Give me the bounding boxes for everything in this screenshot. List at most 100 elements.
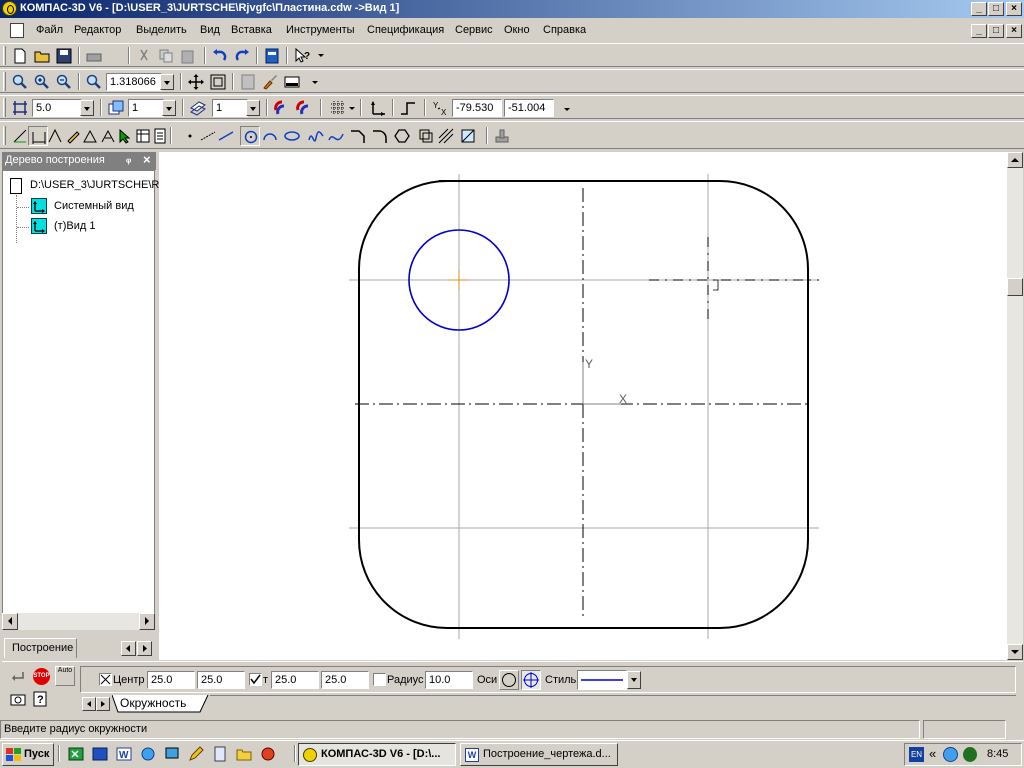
scroll-thumb[interactable] bbox=[1007, 278, 1023, 296]
menu-specification[interactable]: Спецификация bbox=[367, 24, 444, 36]
local-cs-icon[interactable] bbox=[368, 98, 388, 118]
zoom-out-icon[interactable] bbox=[54, 72, 74, 92]
menu-view[interactable]: Вид bbox=[200, 24, 220, 36]
tab-next-icon[interactable] bbox=[137, 641, 152, 656]
network-icon[interactable] bbox=[943, 747, 958, 762]
outlook-icon[interactable] bbox=[90, 744, 110, 764]
step-dropdown-icon[interactable] bbox=[80, 100, 94, 116]
tray-expand-icon[interactable]: « bbox=[929, 746, 936, 761]
menu-tools[interactable]: Инструменты bbox=[286, 24, 355, 36]
stamp-icon[interactable] bbox=[492, 126, 512, 146]
menu-file[interactable]: Файл bbox=[36, 24, 63, 36]
document-icon[interactable] bbox=[10, 23, 24, 38]
chamfer-icon[interactable] bbox=[348, 126, 368, 146]
antivirus-icon[interactable] bbox=[963, 747, 977, 762]
layer-field[interactable]: 1 bbox=[128, 99, 164, 117]
circle-icon[interactable] bbox=[240, 126, 260, 146]
canvas-vscrollbar[interactable] bbox=[1007, 152, 1023, 660]
menu-insert[interactable]: Вставка bbox=[231, 24, 272, 36]
point-x-field[interactable]: 25.0 bbox=[271, 671, 319, 689]
with-axes-button[interactable] bbox=[521, 670, 541, 690]
arc-icon[interactable] bbox=[260, 126, 280, 146]
grid-icon[interactable] bbox=[328, 98, 348, 118]
hatch-icon[interactable] bbox=[436, 126, 456, 146]
local-snap-icon[interactable] bbox=[294, 98, 314, 118]
style-field[interactable]: 1 bbox=[212, 99, 248, 117]
segment-icon[interactable] bbox=[216, 126, 236, 146]
snap-magnet-icon[interactable] bbox=[272, 98, 292, 118]
tree-item-view-1[interactable]: (т)Вид 1 bbox=[54, 220, 95, 232]
copy-icon[interactable] bbox=[156, 46, 176, 66]
pan-icon[interactable] bbox=[186, 72, 206, 92]
zoom-field[interactable]: 1.318066 bbox=[106, 73, 162, 91]
zoom-in-icon[interactable] bbox=[32, 72, 52, 92]
print-icon[interactable] bbox=[84, 46, 104, 66]
point-icon[interactable] bbox=[180, 126, 200, 146]
task-word[interactable]: W Построение_чертежа.d... bbox=[460, 743, 618, 766]
scroll-left-icon[interactable] bbox=[2, 613, 18, 630]
menu-editor[interactable]: Редактор bbox=[74, 24, 121, 36]
bezier-icon[interactable] bbox=[326, 126, 346, 146]
tree-root[interactable]: D:\USER_3\JURTSCHE\R: bbox=[30, 179, 162, 191]
camera-icon[interactable] bbox=[8, 689, 28, 709]
radius-checkbox[interactable] bbox=[373, 673, 386, 686]
scroll-down-icon[interactable] bbox=[1007, 644, 1023, 660]
ortho-icon[interactable] bbox=[398, 98, 418, 118]
coords-icon[interactable]: YX bbox=[430, 98, 450, 118]
context-help-icon[interactable]: ? bbox=[292, 46, 312, 66]
tree-hscrollbar[interactable] bbox=[2, 613, 155, 630]
zoom-dropdown-icon[interactable] bbox=[160, 74, 174, 90]
center-y-field[interactable]: 25.0 bbox=[197, 671, 245, 689]
step-field[interactable]: 5.0 bbox=[32, 99, 82, 117]
menu-window[interactable]: Окно bbox=[504, 24, 530, 36]
save-icon[interactable] bbox=[54, 46, 74, 66]
redo-icon[interactable] bbox=[232, 46, 252, 66]
brush-icon[interactable] bbox=[260, 72, 280, 92]
line-style-field[interactable] bbox=[577, 670, 627, 690]
style-dropdown-icon[interactable] bbox=[246, 100, 260, 116]
cut-icon[interactable] bbox=[134, 46, 154, 66]
cmd-tab-next-icon[interactable] bbox=[96, 697, 110, 711]
scroll-right-icon[interactable] bbox=[139, 613, 155, 630]
lang-indicator[interactable]: EN bbox=[909, 747, 924, 762]
chevron-down-icon[interactable] bbox=[312, 81, 318, 84]
chevron-down-icon[interactable] bbox=[318, 54, 324, 57]
doc-restore-button[interactable]: □ bbox=[988, 24, 1004, 38]
notepad-icon[interactable] bbox=[210, 744, 230, 764]
point-checkbox[interactable] bbox=[249, 673, 262, 686]
aux-line-icon[interactable] bbox=[198, 126, 218, 146]
open-folder-icon[interactable] bbox=[32, 46, 52, 66]
tree-close-icon[interactable]: × bbox=[143, 152, 151, 167]
cmd-tab-prev-icon[interactable] bbox=[82, 697, 96, 711]
polygon-icon[interactable] bbox=[392, 126, 412, 146]
doc-close-button[interactable]: × bbox=[1006, 24, 1022, 38]
undo-icon[interactable] bbox=[210, 46, 230, 66]
equidistant-icon[interactable] bbox=[416, 126, 436, 146]
task-kompas[interactable]: КОМПАС-3D V6 - [D:\... bbox=[298, 743, 456, 766]
tree-item-system-view[interactable]: Системный вид bbox=[54, 200, 134, 212]
stop-button[interactable]: STOP bbox=[33, 668, 50, 685]
radius-field[interactable]: 10.0 bbox=[425, 671, 473, 689]
paste-icon[interactable] bbox=[178, 46, 198, 66]
folder-icon[interactable] bbox=[234, 744, 254, 764]
spline-icon[interactable] bbox=[306, 126, 326, 146]
center-x-field[interactable]: 25.0 bbox=[147, 671, 195, 689]
menu-select[interactable]: Выделить bbox=[136, 24, 187, 36]
cursor-step-icon[interactable] bbox=[10, 98, 30, 118]
coord-y-field[interactable]: -51.004 bbox=[504, 99, 554, 117]
scroll-up-icon[interactable] bbox=[1007, 152, 1023, 168]
chevron-down-icon[interactable] bbox=[349, 107, 355, 110]
minimize-button[interactable]: _ bbox=[971, 2, 987, 16]
fillet-icon[interactable] bbox=[370, 126, 390, 146]
ellipse-icon[interactable] bbox=[282, 126, 302, 146]
doc-minimize-button[interactable]: _ bbox=[971, 24, 987, 38]
layer-icon[interactable] bbox=[106, 98, 126, 118]
line-style-icon[interactable] bbox=[188, 98, 208, 118]
pin-icon[interactable]: ᵩ bbox=[126, 153, 131, 165]
center-checkbox[interactable] bbox=[99, 673, 112, 686]
menu-help[interactable]: Справка bbox=[543, 24, 586, 36]
tab-prev-icon[interactable] bbox=[121, 641, 136, 656]
media-icon[interactable] bbox=[258, 744, 278, 764]
auto-button[interactable]: Auto bbox=[55, 666, 75, 686]
word-icon[interactable]: W bbox=[114, 744, 134, 764]
